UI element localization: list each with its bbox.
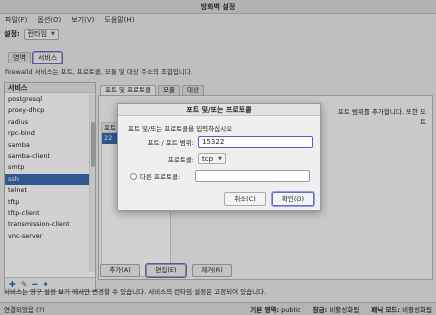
port-protocol-dialog: 포트 및/또는 프로토콜 포트 및/또는 프로토콜을 입력하십시오 포트 / 포… [117, 103, 321, 211]
protocol-value: tcp [202, 154, 214, 163]
other-protocol-row: 다른 프로토콜: [130, 170, 310, 182]
other-protocol-label: 다른 프로토콜: [140, 173, 181, 181]
protocol-label: 프로토콜: [167, 155, 194, 164]
port-range-input[interactable]: 15322 [198, 136, 313, 148]
other-protocol-input[interactable] [195, 170, 310, 182]
port-label: 포트 / 포트 범위: [147, 139, 194, 147]
chevron-down-icon: ▼ [218, 155, 222, 162]
other-protocol-radio[interactable] [130, 172, 137, 180]
protocol-row: 프로토콜: tcp ▼ [126, 153, 226, 164]
dialog-title: 포트 및/또는 프로토콜 [118, 104, 320, 116]
protocol-select[interactable]: tcp ▼ [198, 153, 226, 164]
cancel-button[interactable]: 취소(C) [224, 192, 266, 206]
dialog-prompt: 포트 및/또는 프로토콜을 입력하십시오 [128, 125, 233, 133]
ok-button[interactable]: 확인(O) [271, 191, 315, 207]
port-row: 포트 / 포트 범위: 15322 [126, 136, 313, 148]
